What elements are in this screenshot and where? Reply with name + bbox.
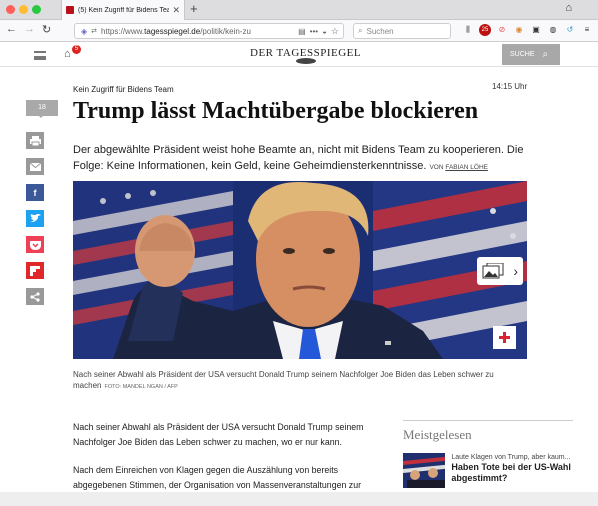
gallery-images-icon <box>482 263 504 279</box>
gallery-next-button[interactable]: › <box>477 257 523 285</box>
search-placeholder: Suchen <box>366 26 394 36</box>
forward-icon[interactable]: → <box>24 23 35 35</box>
chevron-right-icon: › <box>513 263 518 279</box>
body-paragraph: Nach dem Einreichen von Klagen gegen die… <box>73 465 362 490</box>
sync-icon[interactable]: ↺ <box>564 24 576 36</box>
most-read-kicker: Laute Klagen von Trump, aber kaum... <box>451 454 571 461</box>
site-permissions-icon[interactable]: ⇄ <box>91 27 97 35</box>
tagesspiegel-favicon-icon <box>66 6 74 14</box>
more-share-button[interactable] <box>26 288 44 305</box>
tagesspiegel-plus-icon[interactable] <box>493 326 516 349</box>
pocket-save-icon[interactable]: ◒ <box>322 27 327 36</box>
pocket-icon <box>29 240 41 250</box>
home-icon[interactable]: ⌂ <box>64 48 71 60</box>
share-icon <box>30 291 40 302</box>
article-body: Nach seiner Abwahl als Präsident der USA… <box>73 420 373 506</box>
envelope-icon <box>29 162 41 171</box>
minimize-window-button[interactable] <box>19 5 28 14</box>
most-read-title: Haben Tote bei der US-Wahl abgestimmt? <box>451 462 571 483</box>
most-read-sidebar: Meistgelesen Laute Klagen von Trump, abe… <box>403 420 573 488</box>
bookmark-star-icon[interactable]: ☆ <box>331 26 339 37</box>
search-icon: ⌕ <box>358 26 363 35</box>
back-icon[interactable]: ← <box>6 23 17 35</box>
web-page: ⌂ 5 DER TAGESSPIEGEL SUCHE ⌕ 18 f Kein Z… <box>0 43 598 492</box>
print-button[interactable] <box>26 132 44 149</box>
twitter-share-button[interactable] <box>26 210 44 227</box>
account-icon[interactable]: ◍ <box>547 24 559 36</box>
trump-photo-illustration <box>73 181 527 359</box>
search-button[interactable]: SUCHE ⌕ <box>502 44 560 65</box>
hamburger-menu-icon[interactable] <box>34 51 46 60</box>
home-icon[interactable]: ⌂ <box>565 2 572 14</box>
reload-icon[interactable]: ↻ <box>42 23 51 36</box>
browser-window: (5) Kein Zugriff für Bidens Team ✕ + ⌂ ←… <box>0 0 598 492</box>
magnifier-icon: ⌕ <box>542 49 549 60</box>
site-logo[interactable]: DER TAGESSPIEGEL <box>250 47 361 64</box>
flipboard-share-button[interactable] <box>26 262 44 279</box>
most-read-text: Laute Klagen von Trump, aber kaum... Hab… <box>451 453 573 488</box>
article-time: 14:15 Uhr <box>492 82 528 91</box>
browser-tab[interactable]: (5) Kein Zugriff für Bidens Team ✕ <box>61 0 185 20</box>
maximize-window-button[interactable] <box>32 5 41 14</box>
search-button-label: SUCHE <box>510 51 535 58</box>
menu-icon[interactable]: ≡ <box>581 24 593 36</box>
tab-title: (5) Kein Zugriff für Bidens Team <box>78 6 170 14</box>
addon-blocker-icon[interactable]: ⊘ <box>496 24 508 36</box>
most-read-item[interactable]: Laute Klagen von Trump, aber kaum... Hab… <box>403 453 573 488</box>
comment-count-badge[interactable]: 18 <box>26 100 58 118</box>
byline-label: VON <box>429 164 444 171</box>
body-paragraph: Nach seiner Abwahl als Präsident der USA… <box>73 422 364 447</box>
article-headline: Trump lässt Machtübergabe blockieren <box>73 98 479 124</box>
close-tab-icon[interactable]: ✕ <box>172 5 180 16</box>
library-icon[interactable]: ⫼ <box>462 24 474 36</box>
email-share-button[interactable] <box>26 158 44 175</box>
most-read-heading: Meistgelesen <box>403 420 573 443</box>
flipboard-icon <box>30 265 40 276</box>
url-path: /politik/kein-zu <box>200 26 251 36</box>
search-input[interactable]: ⌕ Suchen <box>353 23 451 39</box>
reader-view-icon[interactable]: ▤ <box>298 27 306 36</box>
photo-credit: FOTO: MANDEL NGAN / AFP <box>104 384 178 390</box>
url-prefix: https://www. <box>101 26 145 36</box>
article-area: 18 f Kein Zugriff für Bidens Team 14:15 … <box>26 68 573 492</box>
site-logo-text: DER TAGESSPIEGEL <box>250 47 362 59</box>
most-read-thumbnail <box>403 453 446 488</box>
sidebar-icon[interactable]: ▣ <box>530 24 542 36</box>
new-tab-icon[interactable]: + <box>190 1 198 16</box>
facebook-icon: f <box>33 187 37 198</box>
twitter-icon <box>29 214 41 223</box>
close-window-button[interactable] <box>6 5 15 14</box>
navigation-bar: ← → ↻ ◈ ⇄ https://www. tagesspiegel.de/po… <box>0 20 598 42</box>
site-header: ⌂ 5 DER TAGESSPIEGEL SUCHE ⌕ <box>0 43 598 67</box>
toolbar-icons: ⫼ 25 ⊘ ◉ ▣ ◍ ↺ ≡ <box>462 24 593 36</box>
page-actions-icon[interactable]: ••• <box>310 27 318 36</box>
addon-extension-icon[interactable]: ◉ <box>513 24 525 36</box>
facebook-share-button[interactable]: f <box>26 184 44 201</box>
article-kicker: Kein Zugriff für Bidens Team <box>73 85 174 94</box>
url-host: tagesspiegel.de <box>144 26 201 36</box>
print-icon <box>29 135 41 146</box>
url-bar[interactable]: ◈ ⇄ https://www. tagesspiegel.de/politik/… <box>74 23 344 39</box>
pocket-share-button[interactable] <box>26 236 44 253</box>
author-link[interactable]: FABIAN LÖHE <box>445 164 488 171</box>
thumbnail-illustration <box>403 453 446 488</box>
article-photo[interactable]: › <box>73 181 527 359</box>
notification-badge: 5 <box>72 45 81 54</box>
shield-icon[interactable]: ◈ <box>81 27 87 36</box>
tab-bar: (5) Kein Zugriff für Bidens Team ✕ + ⌂ <box>0 0 598 20</box>
article-lead: Der abgewählte Präsident weist hohe Beam… <box>73 142 543 176</box>
photo-caption: Nach seiner Abwahl als Präsident der USA… <box>73 369 527 393</box>
addon-ublock-icon[interactable]: 25 <box>479 24 491 36</box>
byline: VON FABIAN LÖHE <box>429 164 488 171</box>
